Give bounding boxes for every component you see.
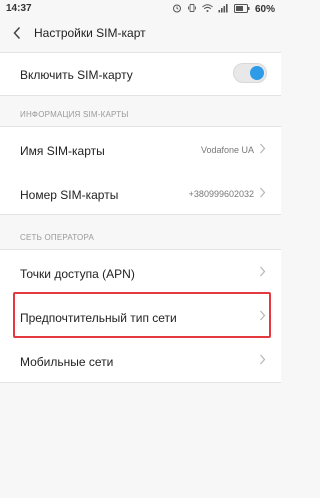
enable-sim-group: Включить SIM-карту [0, 52, 281, 96]
sim-info-section-title: ИНФОРМАЦИЯ SIM-КАРТЫ [20, 110, 129, 119]
battery-percent: 60% [254, 4, 275, 15]
signal-icon [218, 3, 229, 16]
chevron-right-icon [259, 186, 266, 201]
apn-label: Точки доступа (APN) [20, 267, 135, 281]
page-title: Настройки SIM-карт [34, 26, 146, 40]
battery-icon [233, 3, 250, 16]
mobile-networks-row[interactable]: Мобильные сети [0, 340, 281, 384]
chevron-right-icon [259, 353, 266, 368]
header: Настройки SIM-карт [0, 18, 281, 50]
sim-number-label: Номер SIM-карты [20, 188, 119, 202]
operator-section-title: СЕТЬ ОПЕРАТОРА [20, 233, 94, 242]
sim-name-value: Vodafone UA [200, 145, 254, 155]
sim-number-row[interactable]: Номер SIM-карты +380999602032 [0, 173, 281, 217]
chevron-right-icon [259, 309, 266, 324]
status-bar: 14:37 60% [0, 0, 281, 18]
apn-row[interactable]: Точки доступа (APN) [0, 252, 281, 296]
wifi-icon [202, 3, 213, 16]
toggle-knob [250, 66, 264, 80]
vibrate-icon [187, 3, 197, 16]
chevron-right-icon [259, 142, 266, 157]
sim-number-value: +380999602032 [188, 189, 254, 199]
enable-sim-label: Включить SIM-карту [20, 68, 133, 82]
enable-sim-toggle[interactable] [233, 63, 267, 83]
sim-name-label: Имя SIM-карты [20, 144, 105, 158]
operator-group: Точки доступа (APN) Предпочтительный тип… [0, 249, 281, 383]
preferred-network-type-row[interactable]: Предпочтительный тип сети [0, 296, 281, 340]
alarm-icon [172, 3, 182, 16]
preferred-network-type-label: Предпочтительный тип сети [20, 311, 177, 325]
enable-sim-row[interactable]: Включить SIM-карту [0, 53, 281, 97]
sim-name-row[interactable]: Имя SIM-карты Vodafone UA [0, 129, 281, 173]
chevron-right-icon [259, 265, 266, 280]
status-time: 14:37 [6, 3, 32, 14]
chevron-left-icon[interactable] [8, 24, 26, 42]
mobile-networks-label: Мобильные сети [20, 355, 114, 369]
status-icons: 60% [172, 3, 275, 16]
sim-info-group: Имя SIM-карты Vodafone UA Номер SIM-карт… [0, 126, 281, 215]
